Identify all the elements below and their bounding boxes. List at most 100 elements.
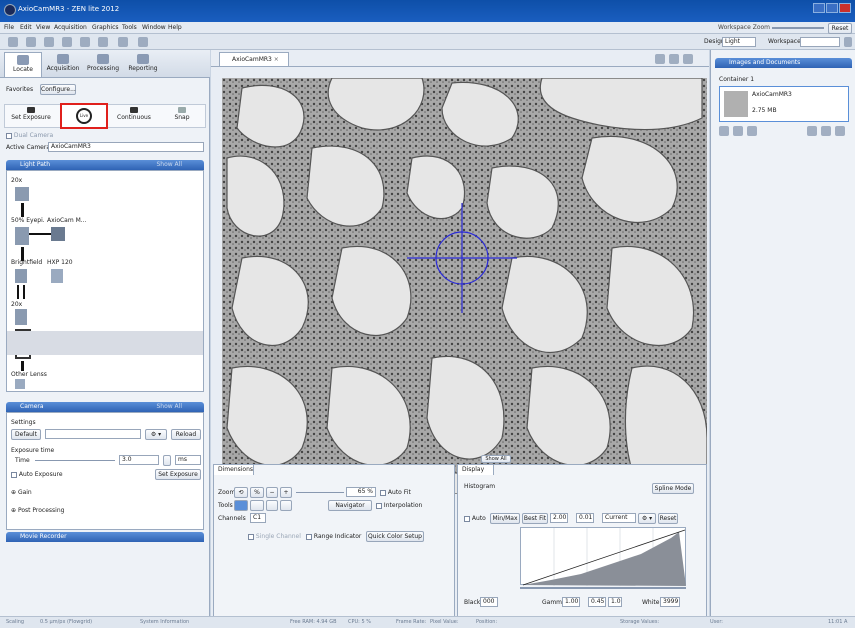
measure-tool-icon[interactable] (280, 500, 292, 511)
split-view-icon[interactable] (669, 54, 679, 64)
save-icon[interactable] (8, 37, 18, 47)
microscope-image[interactable] (222, 78, 707, 494)
tab-processing[interactable]: Processing (84, 52, 122, 77)
reload-button[interactable]: Reload (171, 429, 201, 440)
display-reset-button[interactable]: Reset (658, 513, 678, 524)
images-documents-header[interactable]: Images and Documents (715, 58, 852, 68)
range-indicator-checkbox[interactable]: Range Indicator (306, 533, 361, 540)
workspace-reset-button[interactable]: Reset (828, 23, 852, 34)
gamma-range2-field[interactable]: 1.0 (608, 597, 622, 607)
copy-icon[interactable] (62, 37, 72, 47)
maximize-button[interactable] (826, 3, 838, 13)
dual-camera-checkbox[interactable]: Dual Camera (6, 132, 53, 139)
image-document-item[interactable]: AxioCamMR3 2.75 MB (719, 86, 849, 122)
navigator-button[interactable]: Navigator (328, 500, 372, 511)
draw-tool-icon[interactable] (266, 500, 278, 511)
black-value-field[interactable]: 000 (480, 597, 498, 607)
zoom-fit-button[interactable]: ⟲ (234, 487, 248, 498)
zoom-100-button[interactable]: % (250, 487, 264, 498)
menu-window[interactable]: Window (142, 24, 166, 31)
quick-color-setup-button[interactable]: Quick Color Setup (366, 531, 424, 542)
movie-recorder-header[interactable]: Movie Recorder (6, 532, 204, 542)
eyepiece-icon[interactable] (15, 227, 29, 245)
camera-panel-header[interactable]: Camera Show All (6, 402, 204, 412)
gain-expander[interactable]: ⊕ Gain (11, 489, 32, 496)
menu-file[interactable]: File (4, 24, 14, 31)
design-select[interactable]: Light (722, 37, 756, 47)
menu-graphics[interactable]: Graphics (92, 24, 119, 31)
gamma-range-field[interactable]: 0.45 (588, 597, 606, 607)
configure-button[interactable]: Configure... (40, 84, 76, 95)
menu-acquisition[interactable]: Acquisition (54, 24, 87, 31)
time-spinner[interactable] (163, 455, 171, 466)
post-processing-expander[interactable]: ⊕ Post Processing (11, 507, 64, 514)
close-button[interactable] (839, 3, 851, 13)
app-icon[interactable] (4, 4, 16, 16)
minimize-button[interactable] (813, 3, 825, 13)
set-exposure-button[interactable]: Set Exposure (6, 106, 56, 126)
close-tab-icon[interactable]: × (274, 56, 279, 63)
time-unit-select[interactable]: ms (175, 455, 201, 465)
show-all-tab[interactable]: Show All (481, 455, 511, 463)
zoom-slider[interactable] (296, 492, 344, 493)
workspace-select[interactable] (800, 37, 840, 47)
close-doc-icon[interactable] (747, 126, 757, 136)
single-channel-checkbox[interactable]: Single Channel (248, 533, 301, 540)
auto-fit-checkbox[interactable]: Auto Fit (380, 489, 411, 496)
view-options-icon[interactable] (683, 54, 693, 64)
histogram-chart[interactable] (520, 527, 686, 586)
gallery-view-icon[interactable] (835, 126, 845, 136)
settings-options-button[interactable]: ⚙ ▾ (145, 429, 167, 440)
set-exposure-small-button[interactable]: Set Exposure (155, 469, 201, 480)
camera-icon[interactable] (118, 37, 128, 47)
interpolation-checkbox[interactable]: Interpolation (376, 502, 422, 509)
menu-help[interactable]: Help (168, 24, 182, 31)
open-icon[interactable] (26, 37, 36, 47)
zoom-field[interactable]: 65 % (346, 487, 376, 497)
live-button[interactable]: Live (60, 103, 108, 129)
objective-turret-icon[interactable] (15, 309, 27, 325)
display-tab[interactable]: Display (458, 465, 494, 475)
workspace-options-icon[interactable] (844, 37, 852, 47)
gamma-field[interactable]: 1.00 (562, 597, 580, 607)
objective-icon[interactable] (15, 187, 29, 201)
pan-tool-icon[interactable] (250, 500, 264, 511)
auto-exposure-checkbox[interactable]: Auto Exposure (11, 471, 63, 478)
spline-mode-button[interactable]: Spline Mode (652, 483, 694, 494)
menu-edit[interactable]: Edit (20, 24, 32, 31)
settings-icon[interactable] (98, 37, 108, 47)
current-select[interactable]: Current (602, 513, 636, 523)
display-options-button[interactable]: ⚙ ▾ (638, 513, 656, 524)
lamp-icon[interactable] (51, 269, 63, 283)
range-slider[interactable] (520, 587, 686, 589)
menu-view[interactable]: View (36, 24, 50, 31)
best-fit-value-field[interactable]: 2.00 (550, 513, 568, 523)
properties-icon[interactable] (733, 126, 743, 136)
thumb-view-icon[interactable] (821, 126, 831, 136)
active-camera-select[interactable]: AxioCamMR3 (48, 142, 204, 152)
zoom-in-icon[interactable]: + (280, 487, 292, 498)
document-tab[interactable]: AxioCamMR3 × (219, 52, 289, 66)
lens-icon[interactable] (15, 379, 25, 389)
layout-icon[interactable] (138, 37, 148, 47)
camera-port-icon[interactable] (51, 227, 65, 241)
settings-select[interactable] (45, 429, 141, 439)
tab-reporting[interactable]: Reporting (124, 52, 162, 77)
exposure-slider[interactable] (35, 460, 115, 461)
tab-locate[interactable]: Locate (4, 52, 42, 77)
best-fit-button[interactable]: Best Fit (522, 513, 548, 524)
white-value-field[interactable]: 3999 (660, 597, 680, 607)
min-max-button[interactable]: Min/Max (490, 513, 520, 524)
paste-icon[interactable] (80, 37, 90, 47)
menu-tools[interactable]: Tools (122, 24, 137, 31)
print-icon[interactable] (44, 37, 54, 47)
clip-value-field[interactable]: 0.01 (576, 513, 594, 523)
workspace-zoom-slider[interactable] (772, 27, 824, 29)
channel-c1-button[interactable]: C1 (250, 513, 266, 523)
tab-acquisition[interactable]: Acquisition (44, 52, 82, 77)
grid-view-icon[interactable] (655, 54, 665, 64)
list-view-icon[interactable] (807, 126, 817, 136)
brightfield-icon[interactable] (15, 269, 27, 283)
auto-checkbox[interactable]: Auto (464, 515, 486, 522)
snap-button[interactable]: Snap (160, 106, 204, 126)
